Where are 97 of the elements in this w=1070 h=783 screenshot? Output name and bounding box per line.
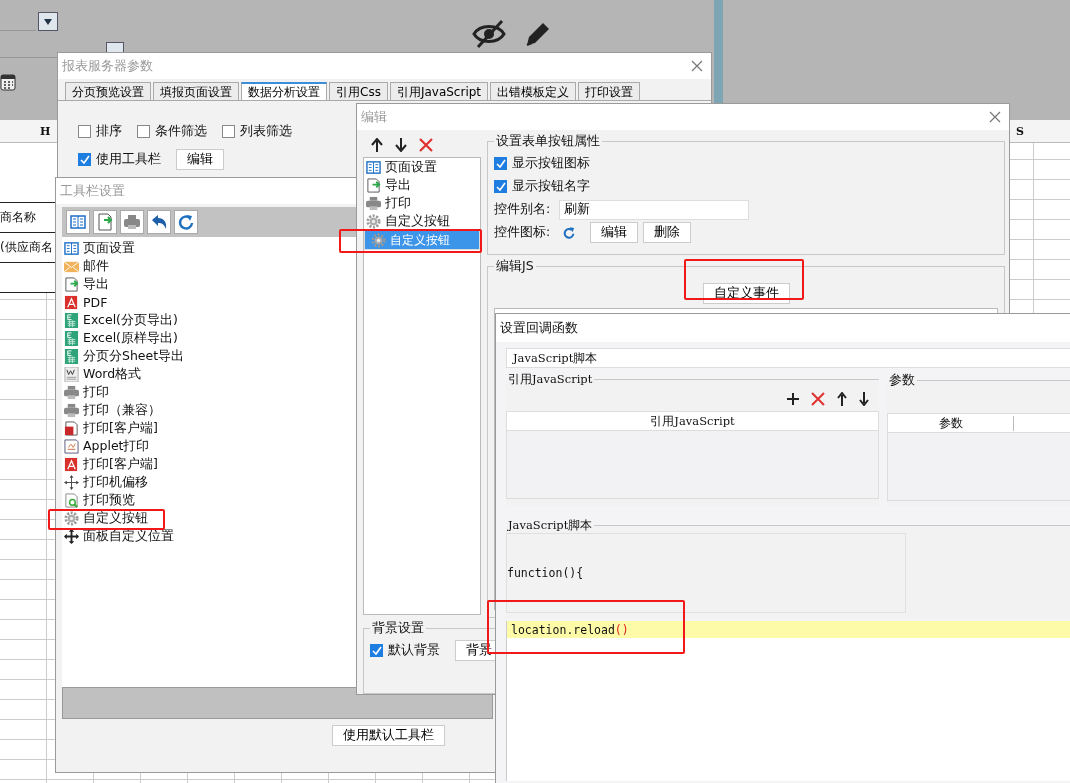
list-item[interactable]: 自定义按钮: [364, 212, 480, 230]
list-item[interactable]: Applet打印: [83, 437, 150, 455]
document-arrow-icon[interactable]: [93, 210, 117, 234]
table-cell: 商名称: [0, 209, 36, 226]
alias-field[interactable]: 刷新: [559, 199, 750, 220]
list-item[interactable]: 打印[客户端]: [83, 419, 158, 437]
printer-icon: [64, 402, 79, 418]
group-title: JavaScript脚本: [506, 518, 594, 533]
add-icon[interactable]: [787, 393, 799, 405]
code-editor[interactable]: location.reload(): [506, 621, 1070, 781]
checkbox-label: 使用工具栏: [96, 150, 161, 168]
list-item[interactable]: 页面设置: [83, 239, 135, 257]
tab[interactable]: 打印设置: [578, 82, 641, 100]
column-header: H: [40, 124, 51, 138]
gear-icon: [366, 213, 381, 229]
list-item[interactable]: 邮件: [83, 257, 109, 275]
up-arrow-icon[interactable]: [837, 392, 847, 406]
dropdown-button[interactable]: [38, 12, 58, 31]
list-item[interactable]: 面板自定义位置: [83, 527, 174, 545]
column-header: 参数: [888, 415, 1014, 431]
field-label: 控件别名:: [494, 201, 551, 218]
refresh-icon[interactable]: [174, 210, 198, 234]
list-item[interactable]: 打印: [364, 194, 480, 212]
tab[interactable]: 分页预览设置: [65, 82, 151, 100]
undo-arrow-icon[interactable]: [147, 210, 171, 234]
checkbox-label: 显示按钮图标: [512, 155, 590, 172]
columns-icon[interactable]: [66, 210, 90, 234]
printer-icon: [366, 195, 381, 211]
field-label: 控件图标:: [494, 224, 551, 241]
edit-button[interactable]: 编辑: [590, 222, 639, 243]
list-item[interactable]: Excel(分页导出): [83, 311, 178, 329]
checkbox-label: 条件筛选: [155, 122, 207, 140]
checkbox[interactable]: [370, 644, 383, 657]
list-item[interactable]: 打印预览: [83, 491, 135, 509]
window-title: 工具栏设置: [60, 182, 125, 200]
delete-icon[interactable]: [811, 392, 825, 406]
eye-off-icon[interactable]: [472, 19, 506, 49]
checkbox-label: 默认背景: [388, 642, 440, 659]
checkbox[interactable]: [78, 152, 91, 166]
checkbox-label: 排序: [96, 122, 122, 140]
checkbox[interactable]: [494, 157, 507, 170]
document-arrow-icon: [366, 177, 381, 193]
window-title: 设置回调函数: [500, 319, 578, 337]
checkbox[interactable]: [494, 180, 507, 193]
printer-icon[interactable]: [120, 210, 144, 234]
list-item[interactable]: Word格式: [83, 365, 142, 383]
list-item[interactable]: 页面设置: [364, 158, 480, 176]
checkbox-label: 显示按钮名字: [512, 178, 590, 195]
caret-icon: [43, 17, 53, 26]
checkbox[interactable]: [78, 124, 91, 138]
table-cell: (供应商名: [0, 239, 53, 256]
group-title: 背景设置: [371, 620, 425, 637]
list-item[interactable]: 导出: [83, 275, 109, 293]
list-item[interactable]: 自定义按钮: [83, 509, 148, 527]
list-item[interactable]: 打印机偏移: [83, 473, 148, 491]
group-title: 参数: [888, 372, 916, 389]
checkbox[interactable]: [137, 124, 150, 138]
window-title: 报表服务器参数: [62, 57, 153, 75]
checkbox-label: 列表筛选: [240, 122, 292, 140]
edit-button[interactable]: 编辑: [176, 148, 224, 170]
tab[interactable]: 出错模板定义: [490, 82, 577, 100]
list-item[interactable]: Excel(原样导出): [83, 329, 178, 347]
group-title: 设置表单按钮属性: [495, 133, 601, 150]
list-item[interactable]: 打印: [83, 383, 109, 401]
list-item[interactable]: PDF: [83, 294, 108, 310]
column-header: S: [1016, 124, 1024, 138]
script-type-select[interactable]: JavaScript脚本: [506, 348, 1070, 368]
close-icon[interactable]: [989, 111, 1001, 123]
default-toolbar-button[interactable]: 使用默认工具栏: [332, 725, 445, 746]
list-item[interactable]: 分页分Sheet导出: [83, 347, 185, 365]
down-arrow-icon[interactable]: [859, 392, 869, 406]
delete-icon[interactable]: [419, 138, 433, 152]
group-title: 引用JavaScript: [507, 372, 594, 387]
close-icon[interactable]: [691, 60, 703, 72]
tab[interactable]: 数据分析设置: [241, 82, 327, 100]
window-title: 编辑: [361, 108, 387, 126]
move-arrows-icon: [64, 528, 79, 544]
code-line: location.reload(): [511, 622, 629, 637]
delete-button[interactable]: 删除: [643, 222, 692, 243]
up-arrow-icon[interactable]: [371, 138, 383, 152]
gear-icon: [64, 510, 79, 526]
tab[interactable]: 填报页面设置: [153, 82, 239, 100]
group-title: 编辑JS: [495, 258, 535, 275]
list-item[interactable]: 导出: [364, 176, 480, 194]
document-lines-icon: [64, 366, 79, 382]
code-text: function(){: [507, 566, 584, 580]
printer-icon: [64, 384, 79, 400]
list-item[interactable]: 打印（兼容）: [83, 401, 161, 419]
column-header: 引用JavaScript: [507, 412, 878, 431]
checkbox[interactable]: [222, 124, 235, 138]
tab[interactable]: 引用JavaScript: [389, 82, 489, 100]
gear-icon: [371, 232, 386, 248]
list-item[interactable]: 打印[客户端]: [83, 455, 158, 473]
down-arrow-icon[interactable]: [395, 138, 407, 152]
calendar-icon[interactable]: [0, 73, 16, 91]
tab[interactable]: 引用Css: [329, 82, 388, 100]
move-arrows-icon: [64, 474, 79, 490]
